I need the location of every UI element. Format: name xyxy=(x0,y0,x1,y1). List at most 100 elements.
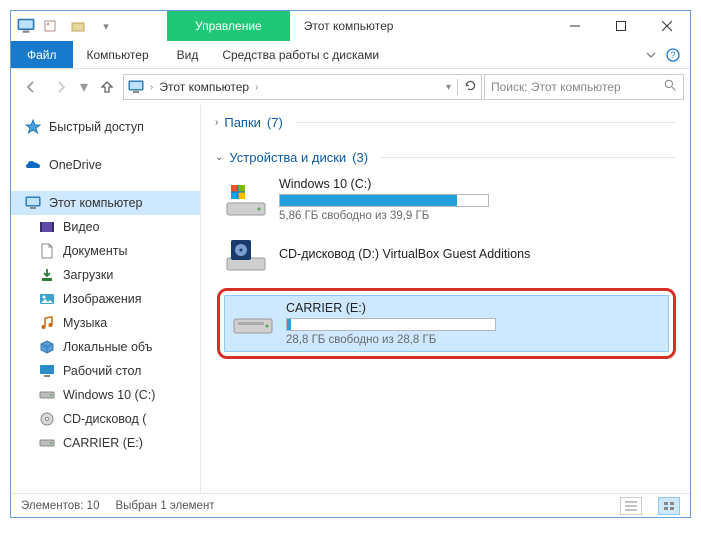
drive-free-text: 5,86 ГБ свободно из 39,9 ГБ xyxy=(279,210,668,222)
search-placeholder: Поиск: Этот компьютер xyxy=(491,80,660,94)
drive-free-text: 28,8 ГБ свободно из 28,8 ГБ xyxy=(286,334,661,346)
back-button[interactable] xyxy=(17,73,45,101)
qat-dropdown-icon[interactable]: ▾ xyxy=(93,13,119,39)
sidebar-item-videos[interactable]: Видео xyxy=(11,215,200,239)
ribbon-collapse-icon[interactable] xyxy=(644,41,658,68)
sidebar-item-label: Локальные объ xyxy=(63,340,152,354)
cd-drive-icon xyxy=(225,234,267,276)
sidebar-item-downloads[interactable]: Загрузки xyxy=(11,263,200,287)
drive-list: Windows 10 (C:) 5,86 ГБ свободно из 39,9… xyxy=(217,171,676,359)
sidebar-item-documents[interactable]: Документы xyxy=(11,239,200,263)
sidebar-item-label: Документы xyxy=(63,244,127,258)
sidebar-item-drive-e[interactable]: CARRIER (E:) xyxy=(11,431,200,455)
ribbon-tabs: Файл Компьютер Вид Средства работы с дис… xyxy=(11,41,690,69)
drive-item-d[interactable]: CD-дисковод (D:) VirtualBox Guest Additi… xyxy=(217,228,676,282)
details-view-button[interactable] xyxy=(620,497,642,515)
search-input[interactable]: Поиск: Этот компьютер xyxy=(484,74,684,100)
this-pc-icon xyxy=(25,195,41,211)
tab-view[interactable]: Вид xyxy=(163,41,213,68)
group-devices[interactable]: ⌄ Устройства и диски (3) xyxy=(215,150,676,165)
sidebar-item-quick-access[interactable]: Быстрый доступ xyxy=(11,115,200,139)
recent-dropdown-icon[interactable]: ▾ xyxy=(77,73,91,101)
sidebar-item-label: Windows 10 (C:) xyxy=(63,388,155,402)
group-folders[interactable]: › Папки (7) xyxy=(215,115,676,130)
sidebar-item-label: Видео xyxy=(63,220,100,234)
cube-icon xyxy=(39,339,55,355)
status-selection: Выбран 1 элемент xyxy=(115,500,214,512)
onedrive-icon xyxy=(25,157,41,173)
video-icon xyxy=(39,219,55,235)
large-icons-view-button[interactable] xyxy=(658,497,680,515)
sidebar-item-music[interactable]: Музыка xyxy=(11,311,200,335)
help-icon[interactable]: ? xyxy=(666,41,680,68)
search-icon xyxy=(664,79,677,95)
tab-drive-tools[interactable]: Средства работы с дисками xyxy=(212,41,389,68)
navigation-pane: Быстрый доступ OneDrive Этот компьютер В… xyxy=(11,105,201,493)
group-label: Устройства и диски xyxy=(229,150,346,165)
refresh-button[interactable] xyxy=(457,79,477,95)
chevron-down-icon: ⌄ xyxy=(215,152,223,163)
os-drive-icon xyxy=(225,179,267,221)
sidebar-item-3d-objects[interactable]: Локальные объ xyxy=(11,335,200,359)
minimize-button[interactable] xyxy=(552,11,598,41)
address-bar[interactable]: › Этот компьютер › ▾ xyxy=(123,74,482,100)
qat-new-folder-button[interactable] xyxy=(65,13,91,39)
content-pane: › Папки (7) ⌄ Устройства и диски (3) xyxy=(201,105,690,493)
breadcrumb[interactable]: Этот компьютер xyxy=(159,80,249,94)
sidebar-item-label: Быстрый доступ xyxy=(49,120,144,134)
drive-usage-bar xyxy=(286,318,496,331)
download-icon xyxy=(39,267,55,283)
crumb-separator-icon[interactable]: › xyxy=(255,82,258,93)
status-item-count: Элементов: 10 xyxy=(21,500,99,512)
drive-item-c[interactable]: Windows 10 (C:) 5,86 ГБ свободно из 39,9… xyxy=(217,171,676,228)
sidebar-item-desktop[interactable]: Рабочий стол xyxy=(11,359,200,383)
sidebar-item-label: Этот компьютер xyxy=(49,196,142,210)
address-dropdown-icon[interactable]: ▾ xyxy=(446,82,451,93)
group-count: (7) xyxy=(267,115,283,130)
drive-item-e[interactable]: CARRIER (E:) 28,8 ГБ свободно из 28,8 ГБ xyxy=(224,295,669,352)
up-button[interactable] xyxy=(93,73,121,101)
document-icon xyxy=(39,243,55,259)
sidebar-item-label: CARRIER (E:) xyxy=(63,436,143,450)
maximize-button[interactable] xyxy=(598,11,644,41)
status-bar: Элементов: 10 Выбран 1 элемент xyxy=(11,493,690,517)
title-bar: ▾ Управление Этот компьютер xyxy=(11,11,690,41)
star-icon xyxy=(25,119,41,135)
ribbon-context-tab[interactable]: Управление xyxy=(167,11,290,41)
sidebar-item-label: Музыка xyxy=(63,316,107,330)
chevron-right-icon: › xyxy=(215,117,218,128)
group-label: Папки xyxy=(224,115,261,130)
drive-icon xyxy=(39,387,55,403)
group-count: (3) xyxy=(352,150,368,165)
drive-usage-bar xyxy=(279,194,489,207)
tab-computer[interactable]: Компьютер xyxy=(73,41,163,68)
close-button[interactable] xyxy=(644,11,690,41)
cd-icon xyxy=(39,411,55,427)
quick-access-toolbar: ▾ xyxy=(11,11,119,41)
content-body: Быстрый доступ OneDrive Этот компьютер В… xyxy=(11,105,690,493)
sidebar-item-label: OneDrive xyxy=(49,158,102,172)
this-pc-icon xyxy=(17,18,35,34)
crumb-separator-icon[interactable]: › xyxy=(150,82,153,93)
sidebar-item-drive-c[interactable]: Windows 10 (C:) xyxy=(11,383,200,407)
nav-toolbar: ▾ › Этот компьютер › ▾ Поиск: Этот компь… xyxy=(11,69,690,105)
drive-name: Windows 10 (C:) xyxy=(279,177,668,191)
sidebar-item-onedrive[interactable]: OneDrive xyxy=(11,153,200,177)
forward-button[interactable] xyxy=(47,73,75,101)
sidebar-item-label: Рабочий стол xyxy=(63,364,141,378)
explorer-window: ▾ Управление Этот компьютер Файл Компьют… xyxy=(10,10,691,518)
drive-name: CARRIER (E:) xyxy=(286,301,661,315)
sidebar-item-label: CD-дисковод ( xyxy=(63,412,146,426)
tab-file[interactable]: Файл xyxy=(11,41,73,68)
sidebar-item-label: Загрузки xyxy=(63,268,113,282)
qat-properties-button[interactable] xyxy=(37,13,63,39)
sidebar-item-cd-drive[interactable]: CD-дисковод ( xyxy=(11,407,200,431)
svg-text:?: ? xyxy=(670,50,675,60)
desktop-icon xyxy=(39,363,55,379)
window-title: Этот компьютер xyxy=(290,11,408,41)
sidebar-item-pictures[interactable]: Изображения xyxy=(11,287,200,311)
sidebar-item-this-pc[interactable]: Этот компьютер xyxy=(11,191,200,215)
sidebar-item-label: Изображения xyxy=(63,292,142,306)
highlight-annotation: CARRIER (E:) 28,8 ГБ свободно из 28,8 ГБ xyxy=(217,288,676,359)
music-icon xyxy=(39,315,55,331)
